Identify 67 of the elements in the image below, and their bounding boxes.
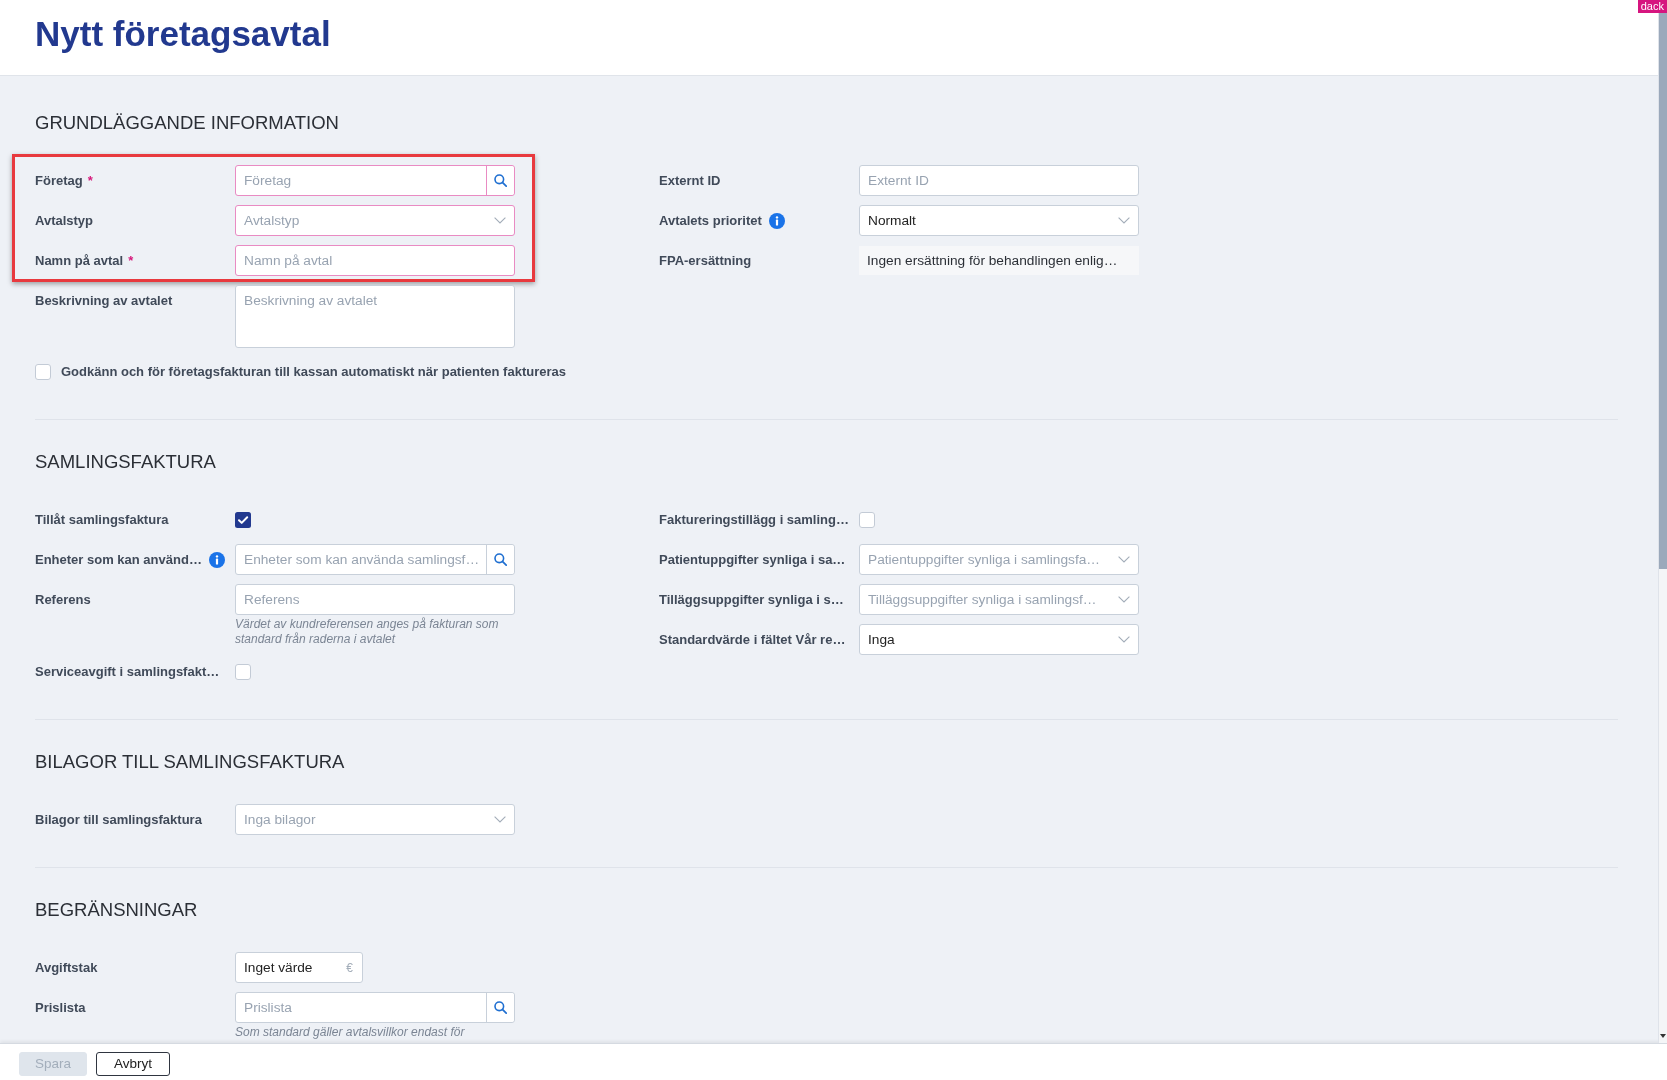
info-icon[interactable] [208,551,225,568]
required-mark: * [128,253,134,268]
search-icon [494,553,507,566]
search-icon [494,174,507,187]
search-field[interactable]: Prislista [235,992,515,1023]
text-area[interactable]: Beskrivning av avtalet [235,285,515,348]
chevron-down-icon [1118,636,1130,643]
field-label: Namn på avtal [35,253,124,268]
page-title: Nytt företagsavtal [35,13,331,55]
currency-suffix: € [346,960,354,975]
search-button[interactable] [486,166,514,195]
amount-field[interactable]: Inget värde € [235,952,363,983]
field-label: Avgiftstak [35,960,98,975]
readonly-field: Ingen ersättning för behandlingen enlig… [859,246,1139,275]
checkbox[interactable] [859,511,875,528]
corner-badge: dack [1637,0,1667,13]
chevron-down-icon [494,217,506,224]
info-icon[interactable] [768,212,785,229]
dropdown[interactable]: Normalt [859,205,1139,236]
field-label: Patientuppgifter synliga i sa… [659,552,846,567]
chevron-down-icon [1118,556,1130,563]
field-label: Tillåt samlingsfaktura [35,512,169,527]
dropdown[interactable]: Inga [859,624,1139,655]
search-button[interactable] [486,545,514,574]
dropdown[interactable]: Tilläggsuppgifter synliga i samlingsf… [859,584,1139,615]
section-title: BILAGOR TILL SAMLINGSFAKTURA [35,750,346,774]
section-title: SAMLINGSFAKTURA [35,450,217,474]
search-button[interactable] [486,993,514,1022]
dropdown[interactable]: Inga bilagor [235,804,515,835]
hint-text: Som standard gäller avtalsvillkor endast för [235,1025,466,1040]
dropdown[interactable]: Avtalstyp [235,205,515,236]
text-field[interactable]: Namn på avtal [235,245,515,276]
field-label: Företag [35,173,83,188]
scrollbar-thumb[interactable] [1659,13,1667,569]
text-field[interactable]: Externt ID [859,165,1139,196]
dropdown[interactable]: Patientuppgifter synliga i samlingsfa… [859,544,1139,575]
field-label: Faktureringstillägg i samling… [659,512,849,527]
field-label: Avtalstyp [35,213,94,228]
field-label: Bilagor till samlingsfaktura [35,812,202,827]
cancel-button[interactable]: Avbryt [96,1051,170,1076]
field-label: Standardvärde i fältet Vår re… [659,632,846,647]
field-label: Externt ID [659,173,721,188]
search-icon [494,1001,507,1014]
caret-down-icon[interactable] [1660,1034,1666,1038]
field-label: Beskrivning av avtalet [35,293,173,308]
field-label: Prislista [35,1000,86,1015]
search-field[interactable]: Företag [235,165,515,196]
field-label: Enheter som kan använd… [35,552,202,567]
section-title: GRUNDLÄGGANDE INFORMATION [35,111,340,135]
text-field[interactable]: Referens [235,584,515,615]
chevron-down-icon [494,816,506,823]
scrollbar[interactable] [1658,13,1667,1043]
checkbox[interactable] [235,663,251,680]
checkbox[interactable] [235,511,251,528]
field-label: Tilläggsuppgifter synliga i s… [659,592,844,607]
field-label: Referens [35,592,91,607]
hint-text: Värdet av kundreferensen anges på fakturan som standard från raderna i avtalet [235,617,500,647]
field-label: FPA-ersättning [659,253,752,268]
field-label: Serviceavgift i samlingsfakt… [35,664,220,679]
required-mark: * [87,173,93,188]
checkbox-label: Godkänn och för företagsfakturan till kassan automatiskt när patienten faktureras [61,364,566,379]
checkbox[interactable] [35,363,51,380]
field-label: Avtalets prioritet [659,213,762,228]
chevron-down-icon [1118,217,1130,224]
section-title: BEGRÄNSNINGAR [35,898,199,922]
chevron-down-icon [1118,596,1130,603]
search-field[interactable]: Enheter som kan använda samlingsf… [235,544,515,575]
